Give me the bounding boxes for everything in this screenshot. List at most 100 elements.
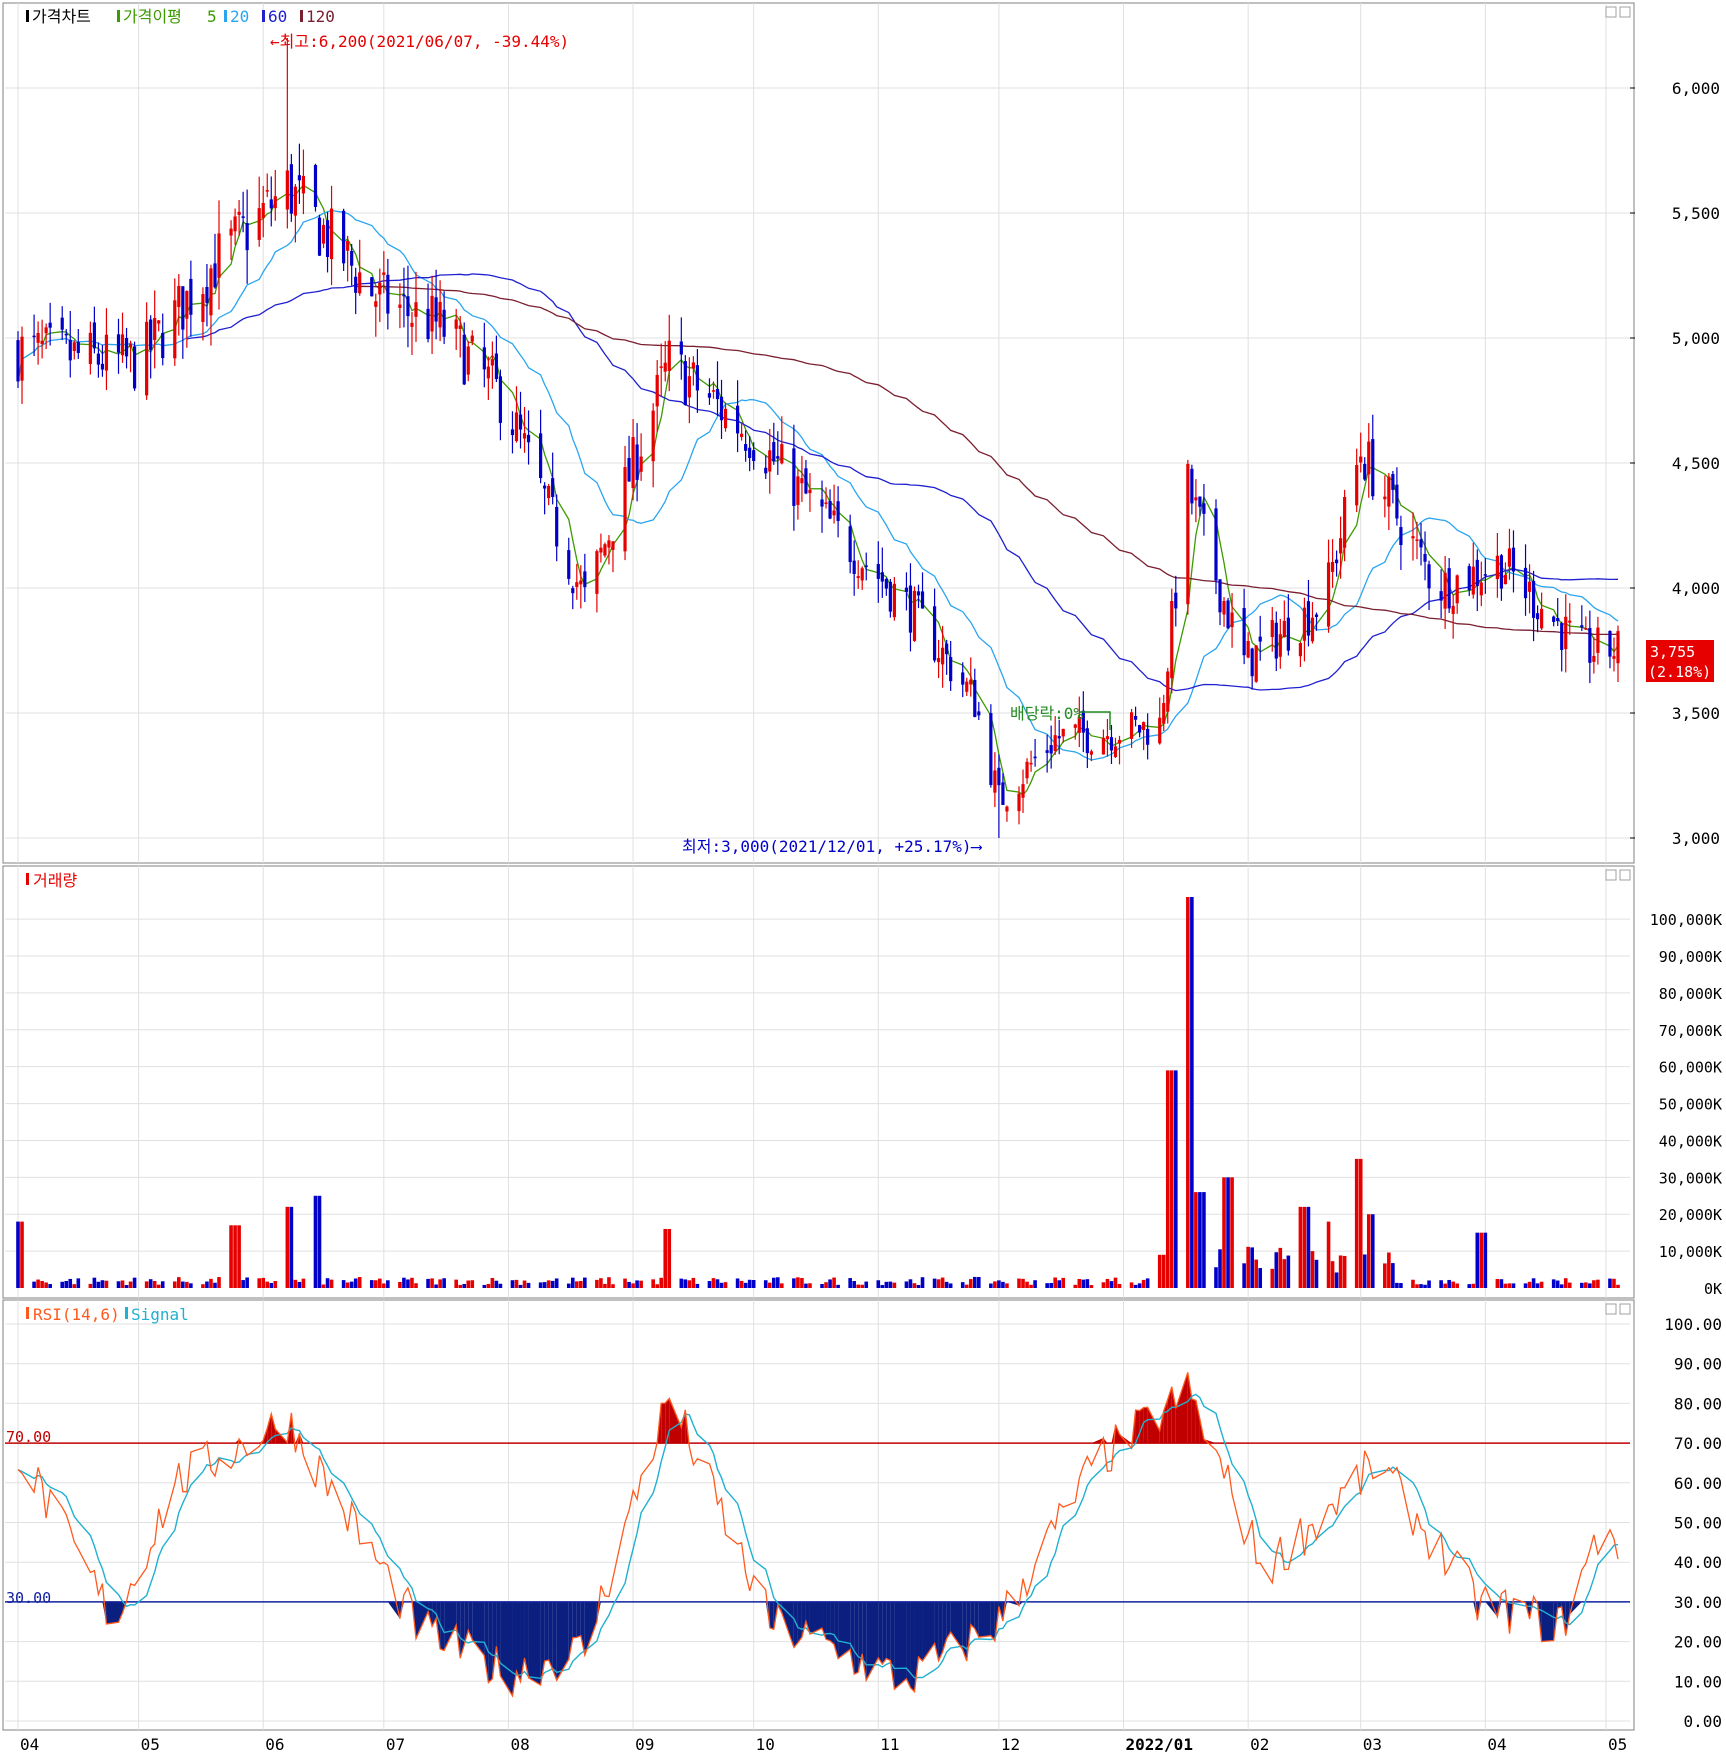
volume-bar <box>550 1280 555 1288</box>
volume-bar <box>1559 1284 1564 1288</box>
volume-bar <box>40 1280 44 1288</box>
candle-body <box>603 544 607 556</box>
x-tick-label: 06 <box>265 1735 284 1754</box>
candle-body <box>1419 539 1423 548</box>
x-tick-label: 04 <box>20 1735 39 1754</box>
candle-body <box>40 340 44 345</box>
candle-body <box>1584 628 1588 630</box>
candle-body <box>655 374 659 407</box>
volume-bar <box>739 1280 744 1288</box>
candle-body <box>237 211 241 215</box>
rsi-oversold-fill <box>797 1601 802 1643</box>
volume-bar <box>719 1282 724 1288</box>
rsi-oversold-fill <box>576 1601 581 1638</box>
candle-body <box>1073 724 1077 728</box>
rsi-oversold-fill <box>894 1601 907 1690</box>
volume-bar <box>245 1277 249 1288</box>
candle-body <box>1061 728 1065 737</box>
volume-bar <box>1129 1282 1134 1288</box>
volume-bar <box>148 1279 153 1288</box>
candle-body <box>346 240 350 251</box>
candle-body <box>1363 463 1367 480</box>
volume-bar <box>1073 1284 1078 1288</box>
volume-bar <box>1427 1280 1431 1288</box>
candle-body <box>1511 547 1516 572</box>
volume-bar <box>466 1280 471 1288</box>
volume-bar <box>458 1284 463 1288</box>
x-tick-label: 03 <box>1363 1735 1382 1754</box>
candle-body <box>1588 627 1592 663</box>
rsi-tick-label: 100.00 <box>1664 1315 1722 1334</box>
volume-bar <box>402 1277 406 1288</box>
volume-bar <box>836 1284 840 1288</box>
candle-body <box>1355 464 1359 506</box>
volume-bar <box>1005 1283 1009 1288</box>
candle-body <box>68 339 72 361</box>
volume-bar <box>1057 1280 1062 1288</box>
candle-body <box>317 217 322 256</box>
candle-body <box>406 296 410 317</box>
candle-body <box>470 335 474 342</box>
volume-bar <box>1383 1263 1387 1288</box>
volume-bar <box>763 1280 768 1288</box>
candle-body <box>1089 751 1093 755</box>
volume-bar <box>434 1284 438 1288</box>
volume-bar <box>514 1279 519 1288</box>
candle-body <box>949 657 953 682</box>
candle-body <box>579 580 583 585</box>
candle-body <box>1045 750 1049 753</box>
candle-body <box>1085 728 1089 754</box>
volume-bar <box>386 1280 390 1288</box>
volume-bar <box>313 1195 318 1288</box>
candle-body <box>748 447 752 458</box>
volume-bar <box>1592 1280 1596 1288</box>
candle-body <box>1592 655 1596 662</box>
ex-rights-label: 배당락:0% <box>1010 704 1083 723</box>
volume-bar <box>735 1278 740 1288</box>
volume-bar <box>651 1279 655 1288</box>
volume-bar <box>60 1281 65 1288</box>
candle-body <box>1387 476 1391 507</box>
candle-body <box>764 467 768 474</box>
candle-body <box>185 291 189 319</box>
volume-bar <box>1334 1272 1339 1288</box>
candle-body <box>547 485 551 499</box>
volume-bar <box>414 1283 418 1288</box>
volume-bar <box>1161 1254 1166 1288</box>
candle-body <box>691 362 695 369</box>
volume-bar <box>20 1221 24 1288</box>
volume-bar <box>554 1278 559 1288</box>
candle-body <box>1146 728 1150 745</box>
volume-bar <box>68 1278 73 1288</box>
candle-body <box>301 175 306 194</box>
rsi-oversold-fill <box>910 1601 915 1692</box>
candle-body <box>1483 574 1487 576</box>
volume-bar <box>599 1278 603 1288</box>
candle-body <box>820 499 824 507</box>
volume-bar <box>116 1281 121 1288</box>
rsi-oversold-fill <box>106 1601 119 1624</box>
candle-body <box>880 572 884 582</box>
candle-body <box>1005 806 1009 812</box>
candle-body <box>856 576 860 578</box>
volume-bar <box>747 1279 752 1288</box>
x-axis: 04 05 06 07 08 09 10 11 12 2022/01 02 03 04 05 <box>0 1733 1726 1755</box>
price-tick-label: 4,000 <box>1672 579 1720 598</box>
volume-bar <box>639 1280 643 1288</box>
candle-body <box>386 274 390 314</box>
candle-body <box>864 565 868 567</box>
high-annotation: ←최고:6,200(2021/06/07, -39.44%) <box>270 32 569 51</box>
candle-body <box>398 304 402 308</box>
candle-body <box>265 190 269 192</box>
candle-body <box>88 332 92 364</box>
candle-body <box>892 583 896 618</box>
candle-body <box>977 711 981 716</box>
candle-body <box>595 551 599 594</box>
volume-bar <box>1105 1278 1110 1288</box>
volume-bar <box>462 1284 467 1288</box>
volume-bar <box>172 1281 177 1288</box>
volume-bar <box>968 1279 973 1288</box>
price-tick-label: 3,000 <box>1672 829 1720 848</box>
volume-bar <box>1439 1280 1443 1288</box>
candle-body <box>498 376 503 423</box>
